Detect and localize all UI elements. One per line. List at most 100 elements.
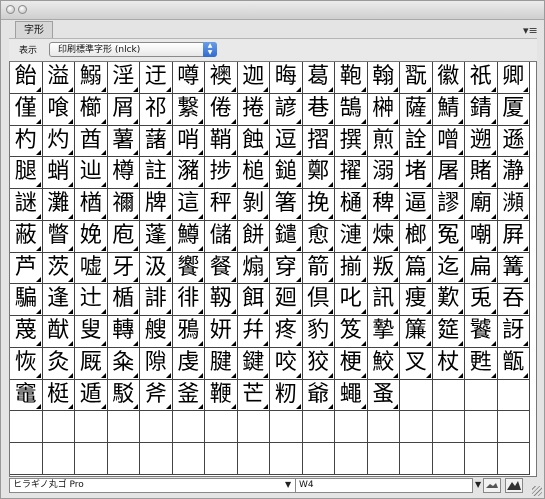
- glyph-cell[interactable]: 襖: [205, 62, 238, 94]
- glyph-cell[interactable]: 捗: [205, 157, 238, 189]
- glyph-cell[interactable]: 腿: [10, 157, 43, 189]
- glyph-cell[interactable]: 賭: [465, 157, 498, 189]
- alternates-triangle-icon[interactable]: [523, 150, 528, 156]
- glyph-cell[interactable]: 爺: [302, 379, 335, 412]
- alternates-triangle-icon[interactable]: [100, 404, 106, 410]
- alternates-triangle-icon[interactable]: [523, 213, 528, 219]
- alternates-triangle-icon[interactable]: [490, 340, 496, 346]
- alternates-triangle-icon[interactable]: [458, 309, 463, 314]
- glyph-cell[interactable]: 灸: [42, 347, 75, 380]
- alternates-triangle-icon[interactable]: [523, 86, 528, 92]
- alternates-triangle-icon[interactable]: [393, 340, 398, 346]
- alternates-triangle-icon[interactable]: [35, 86, 41, 92]
- alternates-triangle-icon[interactable]: [230, 213, 236, 219]
- glyph-cell[interactable]: 愈: [302, 220, 335, 253]
- alternates-triangle-icon[interactable]: [165, 309, 171, 314]
- glyph-cell[interactable]: 揃: [335, 252, 368, 285]
- glyph-cell[interactable]: 簾: [400, 316, 433, 348]
- glyph-cell[interactable]: 猷: [42, 316, 75, 348]
- alternates-triangle-icon[interactable]: [68, 309, 73, 314]
- glyph-cell[interactable]: 摺: [302, 125, 335, 158]
- glyph-cell[interactable]: 逢: [42, 284, 75, 316]
- alternates-triangle-icon[interactable]: [458, 277, 463, 283]
- glyph-cell[interactable]: 溺: [367, 157, 400, 189]
- glyph-cell[interactable]: 芦: [10, 252, 43, 285]
- alternates-triangle-icon[interactable]: [100, 309, 106, 314]
- alternates-triangle-icon[interactable]: [68, 182, 73, 187]
- alternates-triangle-icon[interactable]: [68, 372, 73, 378]
- glyph-cell[interactable]: 恢: [10, 347, 43, 380]
- glyph-cell[interactable]: 瀦: [172, 157, 205, 189]
- glyph-cell[interactable]: 箸: [270, 189, 303, 221]
- alternates-triangle-icon[interactable]: [393, 245, 398, 251]
- alternates-triangle-icon[interactable]: [393, 372, 398, 378]
- glyph-cell[interactable]: 煎: [367, 125, 400, 158]
- minimize-button[interactable]: [18, 5, 27, 14]
- glyph-cell[interactable]: 籾: [270, 379, 303, 412]
- alternates-triangle-icon[interactable]: [230, 372, 236, 378]
- glyph-cell[interactable]: 屑: [107, 93, 140, 126]
- alternates-triangle-icon[interactable]: [295, 404, 301, 410]
- glyph-cell[interactable]: 辿: [75, 157, 108, 189]
- glyph-cell[interactable]: 喰: [42, 93, 75, 126]
- alternates-triangle-icon[interactable]: [295, 182, 301, 187]
- alternates-triangle-icon[interactable]: [198, 182, 203, 187]
- close-button[interactable]: [6, 5, 15, 14]
- glyph-cell[interactable]: 葛: [302, 62, 335, 94]
- glyph-cell[interactable]: 蝕: [237, 125, 270, 158]
- glyph-cell[interactable]: 榔: [400, 220, 433, 253]
- alternates-triangle-icon[interactable]: [35, 404, 41, 410]
- alternates-triangle-icon[interactable]: [263, 118, 268, 124]
- glyph-cell[interactable]: 榊: [367, 93, 400, 126]
- glyph-cell[interactable]: 嘲: [465, 220, 498, 253]
- alternates-triangle-icon[interactable]: [35, 309, 41, 314]
- glyph-cell[interactable]: 煉: [367, 220, 400, 253]
- alternates-triangle-icon[interactable]: [68, 213, 73, 219]
- glyph-cell[interactable]: 牌: [140, 189, 173, 221]
- alternates-triangle-icon[interactable]: [165, 118, 171, 124]
- glyph-cell[interactable]: 秤: [205, 189, 238, 221]
- glyph-cell[interactable]: 擢: [335, 157, 368, 189]
- alternates-triangle-icon[interactable]: [165, 86, 171, 92]
- alternates-triangle-icon[interactable]: [295, 245, 301, 251]
- glyph-cell[interactable]: 迂: [140, 62, 173, 94]
- alternates-triangle-icon[interactable]: [165, 213, 171, 219]
- glyph-cell[interactable]: 灼: [42, 125, 75, 158]
- alternates-triangle-icon[interactable]: [198, 245, 203, 251]
- alternates-triangle-icon[interactable]: [35, 245, 41, 251]
- alternates-triangle-icon[interactable]: [393, 309, 398, 314]
- alternates-triangle-icon[interactable]: [328, 118, 333, 124]
- glyph-cell[interactable]: 鄭: [302, 157, 335, 189]
- glyph-cell[interactable]: 晦: [270, 62, 303, 94]
- alternates-triangle-icon[interactable]: [458, 372, 463, 378]
- alternates-triangle-icon[interactable]: [393, 404, 398, 410]
- alternates-triangle-icon[interactable]: [230, 182, 236, 187]
- alternates-triangle-icon[interactable]: [490, 118, 496, 124]
- glyph-cell[interactable]: 飴: [10, 62, 43, 94]
- alternates-triangle-icon[interactable]: [328, 213, 333, 219]
- glyph-cell[interactable]: 錆: [465, 93, 498, 126]
- alternates-triangle-icon[interactable]: [133, 340, 138, 346]
- glyph-cell[interactable]: 迄: [432, 252, 465, 285]
- glyph-cell[interactable]: 痩: [400, 284, 433, 316]
- alternates-triangle-icon[interactable]: [490, 372, 496, 378]
- glyph-cell[interactable]: 哨: [172, 125, 205, 158]
- alternates-triangle-icon[interactable]: [490, 245, 496, 251]
- alternates-triangle-icon[interactable]: [230, 404, 236, 410]
- alternates-triangle-icon[interactable]: [263, 277, 268, 283]
- glyph-cell[interactable]: 粂: [107, 347, 140, 380]
- alternates-triangle-icon[interactable]: [360, 150, 366, 156]
- glyph-cell[interactable]: 篇: [400, 252, 433, 285]
- alternates-triangle-icon[interactable]: [393, 182, 398, 187]
- font-family-dropdown-icon[interactable]: ▼: [285, 480, 291, 489]
- glyph-cell[interactable]: 餌: [237, 284, 270, 316]
- alternates-triangle-icon[interactable]: [393, 213, 398, 219]
- glyph-cell[interactable]: 溢: [42, 62, 75, 94]
- alternates-triangle-icon[interactable]: [328, 404, 333, 410]
- glyph-cell[interactable]: 謎: [10, 189, 43, 221]
- glyph-cell[interactable]: 諺: [270, 93, 303, 126]
- glyph-cell[interactable]: 鞘: [205, 125, 238, 158]
- alternates-triangle-icon[interactable]: [100, 182, 106, 187]
- glyph-cell[interactable]: 瞥: [42, 220, 75, 253]
- glyph-cell[interactable]: 咬: [270, 347, 303, 380]
